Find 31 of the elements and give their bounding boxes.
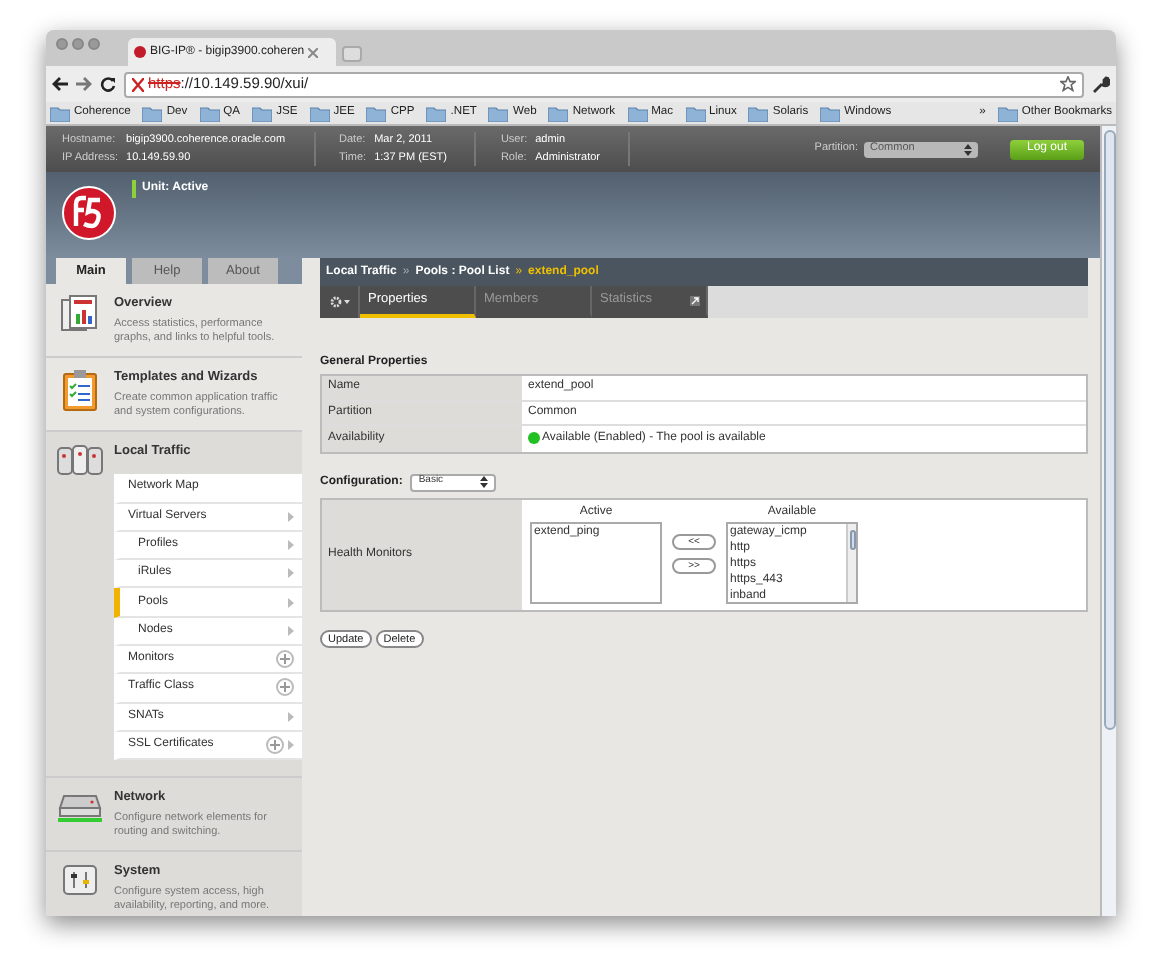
new-tab-button[interactable]	[342, 46, 362, 62]
clipboard-icon	[60, 367, 100, 412]
wrench-icon[interactable]	[1092, 75, 1110, 93]
f5-favicon-icon	[134, 46, 146, 58]
close-icon[interactable]	[308, 47, 319, 57]
back-icon[interactable]	[52, 76, 68, 92]
chevron-icon	[288, 568, 294, 579]
chevron-icon	[288, 539, 294, 550]
servers-icon	[56, 441, 104, 477]
add-icon[interactable]	[276, 678, 294, 697]
stepper-icon	[964, 143, 972, 155]
star-icon[interactable]	[1060, 76, 1076, 92]
scrollbar[interactable]	[846, 523, 856, 601]
add-icon[interactable]	[276, 650, 294, 669]
forward-icon[interactable]	[76, 76, 92, 92]
page-scrollbar[interactable]	[1100, 126, 1116, 916]
caret-icon	[343, 300, 349, 304]
chevron-icon	[288, 711, 294, 722]
chevron-icon	[288, 740, 294, 751]
settings-icon	[329, 296, 341, 308]
f5-logo	[62, 186, 116, 240]
insecure-lock-icon	[132, 77, 144, 91]
add-icon[interactable]	[266, 736, 284, 755]
reload-icon[interactable]	[100, 76, 116, 92]
chevron-icon	[288, 625, 294, 636]
report-pages-icon	[60, 294, 100, 334]
chevron-icon	[288, 597, 294, 608]
chevron-icon	[288, 511, 294, 522]
stepper-icon	[480, 476, 489, 488]
popout-icon	[690, 295, 700, 305]
control-panel-icon	[62, 861, 98, 898]
